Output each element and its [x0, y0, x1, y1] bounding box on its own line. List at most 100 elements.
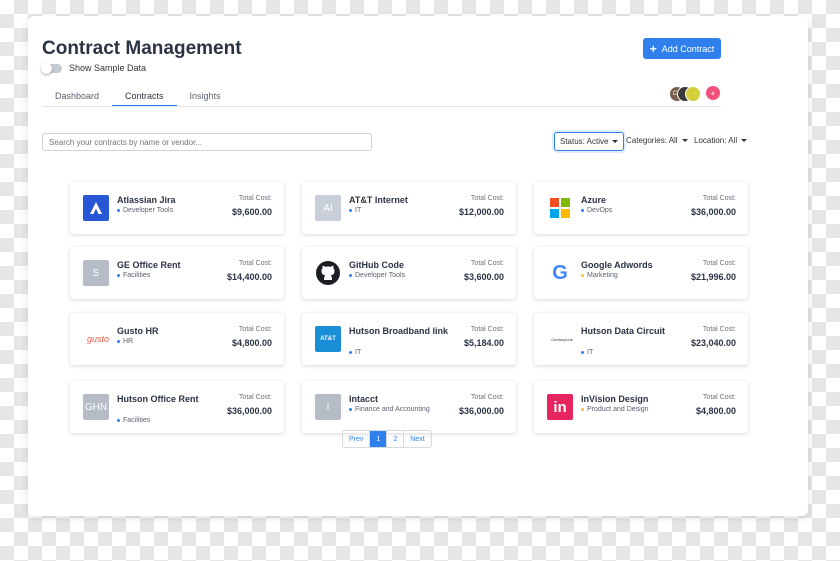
total-cost-label: Total Cost: — [702, 326, 736, 333]
placeholder-logo: I — [315, 394, 341, 420]
total-cost-label: Total Cost: — [238, 195, 272, 202]
contract-card[interactable]: GHN Hutson Office Rent Facilities Total Cos… — [70, 381, 284, 433]
category-dot-icon — [117, 209, 120, 212]
category-dot-icon — [117, 340, 120, 343]
pagination: Prev 1 2 Next — [342, 430, 432, 448]
contract-card[interactable]: AT&T Hutson Broadband link IT Total Cost: $5… — [302, 313, 516, 365]
placeholder-logo: S — [83, 260, 109, 286]
category-dot-icon — [349, 351, 352, 354]
next-page-button[interactable]: Next — [404, 431, 430, 447]
category-label: Marketing — [587, 272, 618, 279]
avatar[interactable] — [685, 86, 701, 102]
total-cost-value: $14,400.00 — [226, 272, 272, 282]
sample-data-toggle-row[interactable]: Show Sample Data — [41, 62, 146, 74]
contract-name: Hutson Office Rent — [117, 394, 199, 404]
contract-card[interactable]: Azure DevOps Total Cost: $36,000.00 — [534, 182, 748, 234]
category-dot-icon — [349, 408, 352, 411]
location-filter-dropdown[interactable]: Location: All — [694, 132, 748, 149]
atlassian-icon — [90, 202, 102, 214]
category-label: IT — [355, 349, 362, 356]
contract-card[interactable]: AI AT&T Internet IT Total Cost: $12,000.00 — [302, 182, 516, 234]
placeholder-logo: GHN — [83, 394, 109, 420]
total-cost-label: Total Cost: — [470, 394, 504, 401]
gusto-logo: gusto — [83, 326, 113, 352]
chevron-down-icon — [612, 140, 619, 143]
total-cost-value: $36,000.00 — [690, 207, 736, 217]
status-filter-dropdown[interactable]: Status: Active — [554, 132, 625, 151]
category-label: IT — [587, 349, 594, 356]
page-1-button[interactable]: 1 — [370, 431, 388, 447]
microsoft-icon — [550, 198, 570, 218]
contract-card[interactable]: CenturyLink Hutson Data Circuit IT Total Co… — [534, 313, 748, 365]
category-label: Product and Design — [587, 406, 649, 413]
category-label: IT — [355, 207, 362, 214]
placeholder-logo: AI — [315, 195, 341, 221]
categories-filter-dropdown[interactable]: Categories: All — [626, 132, 688, 149]
contract-category: HR — [117, 338, 133, 345]
category-label: Facilities — [123, 417, 151, 424]
category-label: Developer Tools — [123, 207, 174, 214]
search-input[interactable] — [42, 133, 372, 151]
total-cost-label: Total Cost: — [470, 326, 504, 333]
chevron-down-icon — [681, 139, 688, 142]
tab-bar: Dashboard Contracts Insights — [42, 86, 234, 107]
contract-card[interactable]: S GE Office Rent Facilities Total Cost: $14,… — [70, 247, 284, 299]
contract-name: InVision Design — [581, 394, 649, 404]
total-cost-value: $5,184.00 — [463, 338, 504, 348]
total-cost-label: Total Cost: — [702, 394, 736, 401]
total-cost-value: $3,600.00 — [463, 272, 504, 282]
total-cost-label: Total Cost: — [238, 326, 272, 333]
contract-category: IT — [349, 349, 361, 356]
category-dot-icon — [581, 274, 584, 277]
tab-insights[interactable]: Insights — [177, 86, 234, 105]
total-cost-value: $21,996.00 — [690, 272, 736, 282]
contract-name: Intacct — [349, 394, 379, 404]
category-dot-icon — [117, 274, 120, 277]
avatar-group: CR + — [669, 86, 721, 102]
google-logo: G — [547, 260, 573, 286]
contract-card[interactable]: in InVision Design Product and Design Total… — [534, 381, 748, 433]
prev-page-button[interactable]: Prev — [343, 431, 371, 447]
total-cost-label: Total Cost: — [702, 260, 736, 267]
total-cost-label: Total Cost: — [238, 394, 272, 401]
tab-dashboard[interactable]: Dashboard — [42, 86, 112, 105]
contract-name: AT&T Internet — [349, 195, 408, 205]
chevron-down-icon — [741, 139, 748, 142]
status-filter-label: Status: Active — [560, 137, 609, 146]
add-contract-button[interactable]: + Add Contract — [643, 38, 721, 59]
contract-card[interactable]: GitHub Code Developer Tools Total Cost: $3,… — [302, 247, 516, 299]
total-cost-value: $12,000.00 — [458, 207, 504, 217]
sample-data-toggle[interactable] — [41, 62, 62, 74]
category-dot-icon — [581, 408, 584, 411]
total-cost-label: Total Cost: — [238, 260, 272, 267]
contract-card[interactable]: G Google Adwords Marketing Total Cost: $21,9… — [534, 247, 748, 299]
contract-card[interactable]: I Intacct Finance and Accounting Total Cost… — [302, 381, 516, 433]
category-label: HR — [123, 338, 134, 345]
category-dot-icon — [117, 419, 120, 422]
category-dot-icon — [581, 351, 584, 354]
microsoft-logo — [547, 195, 573, 221]
contract-card[interactable]: Atlassian Jira Developer Tools Total Cost:… — [70, 182, 284, 234]
atlassian-logo — [83, 195, 109, 221]
tab-contracts[interactable]: Contracts — [112, 86, 177, 107]
page-2-button[interactable]: 2 — [387, 431, 405, 447]
contract-category: Facilities — [117, 272, 150, 279]
add-member-icon[interactable]: + — [706, 86, 720, 100]
category-label: Facilities — [123, 272, 151, 279]
contract-card[interactable]: gusto Gusto HR HR Total Cost: $4,800.00 — [70, 313, 284, 365]
total-cost-label: Total Cost: — [702, 195, 736, 202]
contract-category: IT — [349, 207, 361, 214]
page-title: Contract Management — [42, 38, 242, 59]
contract-name: GitHub Code — [349, 260, 404, 270]
invision-logo: in — [547, 394, 573, 420]
category-label: Finance and Accounting — [355, 406, 430, 413]
category-dot-icon — [581, 209, 584, 212]
category-label: Developer Tools — [355, 272, 406, 279]
total-cost-label: Total Cost: — [470, 260, 504, 267]
contract-name: GE Office Rent — [117, 260, 181, 270]
category-dot-icon — [349, 209, 352, 212]
total-cost-value: $23,040.00 — [690, 338, 736, 348]
total-cost-value: $4,800.00 — [695, 406, 736, 416]
categories-filter-label: Categories: All — [626, 136, 678, 145]
contract-category: Developer Tools — [117, 207, 173, 214]
